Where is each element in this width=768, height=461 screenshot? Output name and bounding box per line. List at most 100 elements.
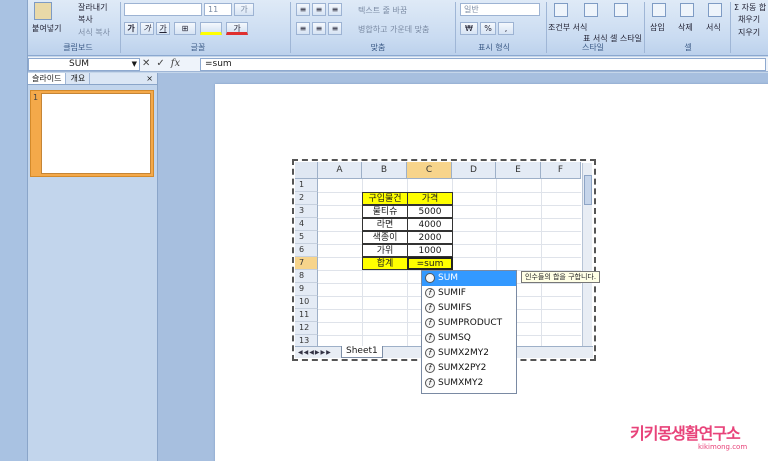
bold-button[interactable]: 가 (124, 22, 138, 35)
slide-thumbnail[interactable]: 1 (30, 90, 154, 177)
autocomplete-item-sumsq[interactable]: f SUMSQ (422, 331, 516, 346)
autocomplete-item-sumproduct[interactable]: f SUMPRODUCT (422, 316, 516, 331)
currency-button[interactable]: ₩ (460, 22, 478, 35)
close-icon[interactable]: × (146, 73, 153, 84)
font-color-button[interactable]: 가 (226, 22, 248, 35)
sheet-nav-arrows-icon[interactable]: ◀◀◀▶▶▶ (298, 347, 332, 358)
wrap-text-button[interactable]: 텍스트 줄 바꿈 (358, 5, 407, 16)
column-header-b[interactable]: B (362, 162, 407, 179)
autocomplete-item-sumif[interactable]: f SUMIF (422, 286, 516, 301)
select-all-corner[interactable] (295, 162, 318, 179)
scrollbar-thumb[interactable] (584, 175, 592, 205)
column-header-a[interactable]: A (318, 162, 362, 179)
autocomplete-item-sumx2py2[interactable]: f SUMX2PY2 (422, 361, 516, 376)
fill-color-button[interactable] (200, 22, 222, 35)
function-autocomplete-list: f SUM f SUMIF f SUMIFS f SUMPRODUCT f SUMSQ f… (421, 270, 517, 394)
row-header-3[interactable]: 3 (295, 205, 318, 218)
row-header-9[interactable]: 9 (295, 283, 318, 296)
column-header-e[interactable]: E (496, 162, 541, 179)
grow-font-button[interactable]: 가 (234, 3, 254, 16)
function-tooltip: 인수들의 합을 구합니다. (521, 271, 601, 283)
column-header-f[interactable]: F (541, 162, 581, 179)
align-center-button[interactable]: ≡ (312, 22, 326, 35)
format-painter-button[interactable]: 서식 복사 (78, 27, 110, 38)
enter-icon[interactable]: ✓ (156, 58, 164, 71)
border-button[interactable]: ⊞ (174, 22, 196, 35)
align-bottom-button[interactable]: ≡ (328, 3, 342, 16)
column-header-d[interactable]: D (452, 162, 496, 179)
autocomplete-item-sumx2my2[interactable]: f SUMX2MY2 (422, 346, 516, 361)
row-header-5[interactable]: 5 (295, 231, 318, 244)
cell-b4-item[interactable]: 라면 (362, 218, 408, 231)
function-icon: f (425, 288, 435, 298)
sheet-tab-sheet1[interactable]: Sheet1 (341, 346, 383, 358)
autocomplete-item-sumifs[interactable]: f SUMIFS (422, 301, 516, 316)
row-header-10[interactable]: 10 (295, 296, 318, 309)
watermark-url: kikimong.com (698, 443, 748, 451)
cell-c5-price[interactable]: 2000 (407, 231, 453, 244)
delete-cells-icon[interactable] (680, 3, 694, 17)
cut-button[interactable]: 잘라내기 (78, 2, 107, 13)
align-middle-button[interactable]: ≡ (312, 3, 326, 16)
format-table-icon[interactable] (584, 3, 598, 17)
paste-icon[interactable] (34, 2, 52, 20)
number-format-box[interactable]: 일반 (460, 3, 540, 16)
cell-c2-header-price[interactable]: 가격 (407, 192, 453, 205)
autocomplete-label: SUMPRODUCT (438, 318, 503, 328)
copy-button[interactable]: 복사 (78, 14, 93, 25)
underline-button[interactable]: 가 (156, 22, 170, 35)
insert-cells-icon[interactable] (652, 3, 666, 17)
separator (290, 2, 291, 53)
row-header-7[interactable]: 7 (295, 257, 318, 270)
cell-b2-header-item[interactable]: 구입물건 (362, 192, 408, 205)
clear-button[interactable]: 지우기 (738, 27, 760, 38)
percent-button[interactable]: % (480, 22, 496, 35)
vertical-scrollbar[interactable] (582, 163, 592, 349)
insert-function-icon[interactable]: fx (171, 58, 180, 71)
row-header-6[interactable]: 6 (295, 244, 318, 257)
tab-slides[interactable]: 슬라이드 (28, 73, 67, 84)
align-right-button[interactable]: ≡ (328, 22, 342, 35)
cancel-icon[interactable]: ✕ (142, 58, 150, 71)
name-box[interactable]: SUM ▼ (28, 58, 140, 71)
insert-cells-button[interactable]: 삽입 (650, 22, 665, 33)
cell-b7-total-label[interactable]: 합계 (362, 257, 408, 270)
cell-b5-item[interactable]: 색종이 (362, 231, 408, 244)
merge-center-button[interactable]: 병합하고 가운데 맞춤 (358, 24, 429, 35)
font-name-box[interactable] (124, 3, 202, 16)
italic-button[interactable]: 가 (140, 22, 154, 35)
function-icon: f (425, 318, 435, 328)
cell-styles-icon[interactable] (614, 3, 628, 17)
tab-outline[interactable]: 개요 (66, 73, 91, 84)
cell-c3-price[interactable]: 5000 (407, 205, 453, 218)
align-top-button[interactable]: ≡ (296, 3, 310, 16)
cell-c6-price[interactable]: 1000 (407, 244, 453, 257)
row-header-11[interactable]: 11 (295, 309, 318, 322)
conditional-format-button[interactable]: 조건부 서식 (548, 22, 587, 33)
autocomplete-item-sumxmy2[interactable]: f SUMXMY2 (422, 376, 516, 391)
fill-button[interactable]: 채우기 (738, 14, 760, 25)
paste-button[interactable]: 붙여넣기 (32, 23, 61, 34)
row-header-1[interactable]: 1 (295, 179, 318, 192)
conditional-format-icon[interactable] (554, 3, 568, 17)
column-header-c[interactable]: C (407, 162, 452, 179)
function-icon: f (425, 363, 435, 373)
align-left-button[interactable]: ≡ (296, 22, 310, 35)
row-header-12[interactable]: 12 (295, 322, 318, 335)
chevron-down-icon[interactable]: ▼ (132, 59, 137, 70)
comma-button[interactable]: , (498, 22, 514, 35)
row-header-4[interactable]: 4 (295, 218, 318, 231)
cell-c7-total-formula[interactable]: =sum (407, 257, 453, 270)
delete-cells-button[interactable]: 삭제 (678, 22, 693, 33)
cell-b3-item[interactable]: 물티슈 (362, 205, 408, 218)
cell-c4-price[interactable]: 4000 (407, 218, 453, 231)
cell-b6-item[interactable]: 가위 (362, 244, 408, 257)
row-header-2[interactable]: 2 (295, 192, 318, 205)
format-cells-button[interactable]: 서식 (706, 22, 721, 33)
formula-input[interactable]: =sum (200, 58, 766, 71)
autosum-button[interactable]: Σ 자동 합 (734, 2, 766, 13)
row-header-8[interactable]: 8 (295, 270, 318, 283)
format-cells-icon[interactable] (708, 3, 722, 17)
font-size-box[interactable]: 11 (204, 3, 232, 16)
autocomplete-item-sum[interactable]: f SUM (422, 271, 516, 286)
